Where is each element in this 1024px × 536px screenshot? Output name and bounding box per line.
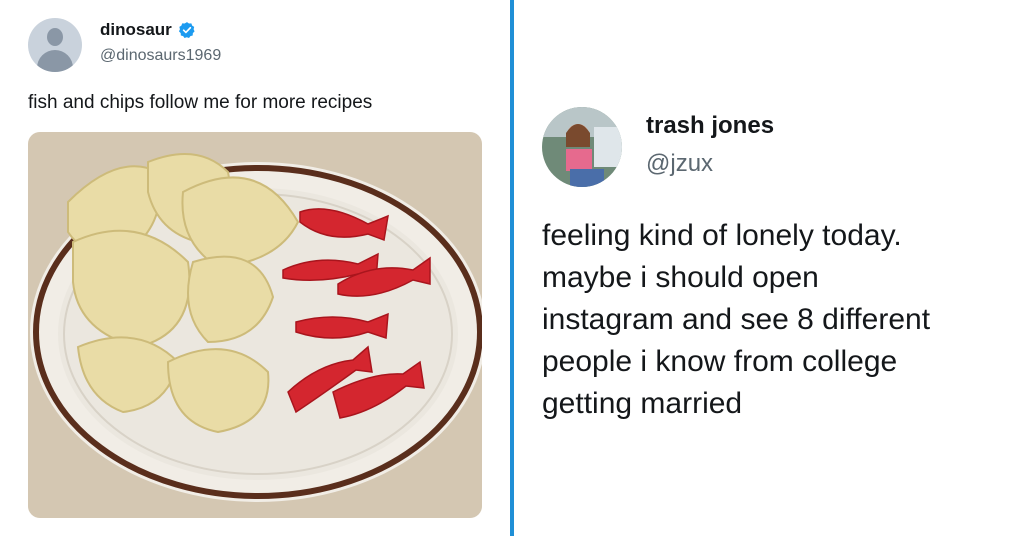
display-name[interactable]: dinosaur <box>100 20 172 40</box>
default-avatar-icon[interactable] <box>28 18 82 72</box>
handle[interactable]: @jzux <box>646 150 713 178</box>
plate-photo-illustration <box>28 132 482 518</box>
tweet-text-line: getting married <box>542 387 743 420</box>
profile-photo-icon <box>542 107 622 187</box>
tweet-text-line: instagram and see 8 different <box>542 303 931 336</box>
handle[interactable]: @dinosaurs1969 <box>100 47 221 65</box>
tweet-photo[interactable] <box>28 132 482 518</box>
tweet-text: fish and chips follow me for more recipe… <box>28 92 373 113</box>
tweet-right: trash jones @jzux feeling kind of lonely… <box>514 0 1024 536</box>
tweet-text-line: maybe i should open <box>542 261 819 294</box>
verified-badge-icon <box>178 22 195 39</box>
tweet-text-line: people i know from college <box>542 345 898 378</box>
tweet-left: dinosaur @dinosaurs1969 fish and chips f… <box>0 0 510 536</box>
profile-avatar[interactable] <box>542 107 622 187</box>
tweet-text-line: feeling kind of lonely today. <box>542 219 902 252</box>
tweet-text: feeling kind of lonely today. maybe i sh… <box>542 215 1012 425</box>
display-name-row[interactable]: dinosaur <box>100 20 196 40</box>
display-name[interactable]: trash jones <box>646 112 774 140</box>
